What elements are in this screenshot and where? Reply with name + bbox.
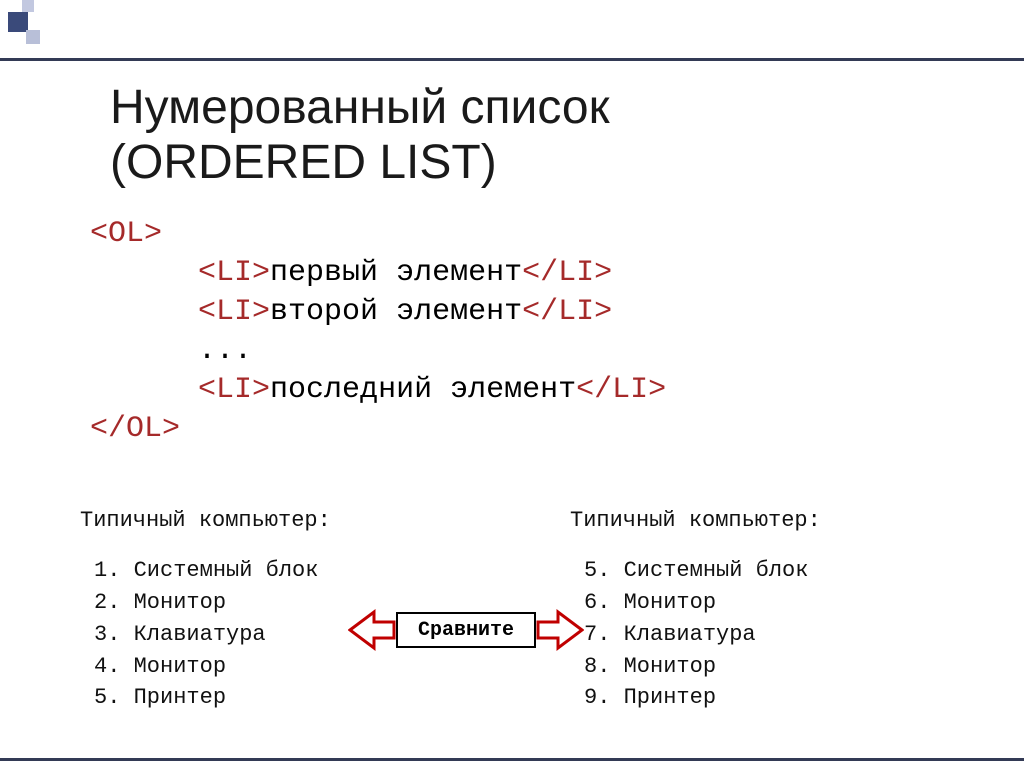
compare-label: Сравните [396, 612, 536, 648]
tag-li-open: <LI> [198, 295, 270, 329]
arrow-right-icon [536, 606, 584, 654]
bottom-divider [0, 758, 1024, 761]
code-example: <OL> <LI>первый элемент</LI> <LI>второй … [90, 215, 666, 449]
title-line-1: Нумерованный список [110, 81, 610, 134]
list-item: 9. Принтер [584, 682, 821, 714]
tag-li-close: </LI> [576, 373, 666, 407]
title-line-2: (ORDERED LIST) [110, 136, 497, 189]
tag-ol-close: </OL> [90, 412, 180, 446]
example-right-list: 5. Системный блок 6. Монитор 7. Клавиату… [570, 555, 821, 714]
tag-ol-open: <OL> [90, 217, 162, 251]
code-dots: ... [198, 334, 252, 368]
example-right: Типичный компьютер: 5. Системный блок 6.… [570, 505, 821, 714]
list-item: 6. Монитор [584, 587, 821, 619]
list-item: 8. Монитор [584, 651, 821, 683]
list-item: 5. Системный блок [584, 555, 821, 587]
tag-li-open: <LI> [198, 373, 270, 407]
slide-title: Нумерованный список (ORDERED LIST) [110, 80, 610, 190]
compare-text: Сравните [418, 619, 514, 642]
arrow-left-icon [348, 606, 396, 654]
code-text-item2: второй элемент [270, 295, 522, 329]
top-divider [0, 58, 1024, 61]
list-item: 7. Клавиатура [584, 619, 821, 651]
list-item: 4. Монитор [94, 651, 450, 683]
code-text-itemlast: последний элемент [270, 373, 576, 407]
slide-corner-decoration [0, 0, 70, 60]
example-right-heading: Типичный компьютер: [570, 505, 821, 537]
list-item: 1. Системный блок [94, 555, 450, 587]
examples-row: Типичный компьютер: 1. Системный блок 2.… [80, 505, 984, 714]
tag-li-open: <LI> [198, 256, 270, 290]
tag-li-close: </LI> [522, 295, 612, 329]
code-text-item1: первый элемент [270, 256, 522, 290]
tag-li-close: </LI> [522, 256, 612, 290]
list-item: 5. Принтер [94, 682, 450, 714]
example-left-heading: Типичный компьютер: [80, 505, 450, 537]
